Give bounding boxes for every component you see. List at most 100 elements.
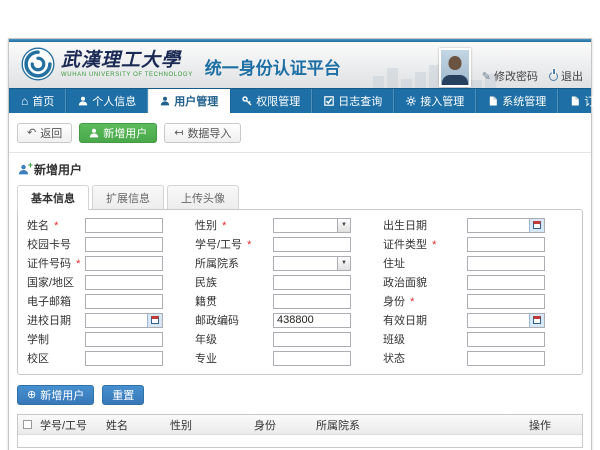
table-body-empty bbox=[18, 435, 582, 447]
chevron-down-icon[interactable]: ▼ bbox=[337, 257, 350, 270]
field-label-id-type: 证件类型 * bbox=[383, 236, 463, 252]
nav-item-home[interactable]: ⌂首页 bbox=[9, 89, 66, 113]
field-box-major bbox=[273, 351, 351, 366]
app-window: 武漢理工大學 WUHAN UNIVERSITY OF TECHNOLOGY 统一… bbox=[8, 38, 592, 450]
form-tabs: 基本信息扩展信息上传头像 bbox=[17, 185, 583, 209]
file-icon bbox=[570, 96, 580, 106]
nav-item-user-mgmt[interactable]: 用户管理 bbox=[148, 89, 230, 113]
add-user-toolbar-label: 新增用户 bbox=[103, 125, 147, 141]
field-label-name: 姓名 * bbox=[27, 217, 81, 233]
field-input-department[interactable] bbox=[274, 257, 337, 270]
field-input-grade[interactable] bbox=[274, 333, 350, 346]
select-all-checkbox[interactable] bbox=[23, 420, 32, 429]
field-input-identity[interactable] bbox=[468, 295, 544, 308]
home-icon: ⌂ bbox=[21, 95, 28, 107]
tab-upload-avatar[interactable]: 上传头像 bbox=[167, 185, 239, 209]
form-actions: ⊕ 新增用户 重置 bbox=[17, 385, 583, 405]
field-input-id-number[interactable] bbox=[86, 257, 162, 270]
data-import-button[interactable]: ↤ 数据导入 bbox=[164, 123, 241, 143]
power-icon bbox=[549, 72, 558, 81]
logout-button[interactable]: 退出 bbox=[549, 68, 583, 84]
circle-plus-icon: ⊕ bbox=[27, 390, 36, 401]
nav-item-label: 订阅管理 bbox=[584, 93, 600, 109]
add-user-submit-button[interactable]: ⊕ 新增用户 bbox=[17, 385, 94, 405]
logout-label: 退出 bbox=[561, 68, 583, 84]
field-input-political[interactable] bbox=[468, 276, 544, 289]
field-input-valid-date[interactable] bbox=[468, 314, 529, 327]
field-label-department: 所属院系 bbox=[195, 255, 269, 271]
field-box-gender: ▼ bbox=[273, 218, 351, 233]
field-input-name[interactable] bbox=[86, 219, 162, 232]
calendar-icon[interactable] bbox=[147, 314, 162, 327]
field-input-ethnicity[interactable] bbox=[274, 276, 350, 289]
university-name-en: WUHAN UNIVERSITY OF TECHNOLOGY bbox=[61, 72, 193, 78]
table-header-row: 学号/工号姓名性别身份所属院系操作 bbox=[18, 415, 582, 435]
university-name: 武漢理工大學 WUHAN UNIVERSITY OF TECHNOLOGY bbox=[61, 51, 193, 78]
nav-item-label: 权限管理 bbox=[256, 93, 300, 109]
table-header-cell: 所属院系 bbox=[316, 417, 529, 433]
user-block: ✎ 修改密码 退出 bbox=[439, 45, 583, 87]
field-box-department: ▼ bbox=[273, 256, 351, 271]
required-asterisk: * bbox=[54, 220, 58, 232]
nav-item-label: 用户管理 bbox=[174, 93, 218, 109]
calendar-icon[interactable] bbox=[529, 219, 544, 232]
field-input-campus-card[interactable] bbox=[86, 238, 162, 251]
reset-button[interactable]: 重置 bbox=[102, 385, 144, 405]
add-user-toolbar-button[interactable]: 新增用户 bbox=[79, 123, 157, 143]
tab-ext-info[interactable]: 扩展信息 bbox=[92, 185, 164, 209]
table-header-cell: 操作 bbox=[529, 417, 577, 433]
field-input-status[interactable] bbox=[468, 352, 544, 365]
field-input-postal-code[interactable] bbox=[274, 314, 350, 327]
field-input-gender[interactable] bbox=[274, 219, 337, 232]
nav-item-access-mgmt[interactable]: 接入管理 bbox=[394, 89, 476, 113]
nav-item-label: 日志查询 bbox=[338, 93, 382, 109]
table-header-cell: 身份 bbox=[254, 417, 316, 433]
nav-item-sub-mgmt[interactable]: 订阅管理 bbox=[558, 89, 600, 113]
nav-item-label: 个人信息 bbox=[92, 93, 136, 109]
table-header-cell: 性别 bbox=[170, 417, 254, 433]
field-label-id-number: 证件号码 * bbox=[27, 255, 81, 271]
university-logo-icon bbox=[21, 47, 55, 81]
tab-basic-info[interactable]: 基本信息 bbox=[17, 185, 89, 210]
field-box-ethnicity bbox=[273, 275, 351, 290]
field-box-status bbox=[467, 351, 545, 366]
field-label-valid-date: 有效日期 bbox=[383, 312, 463, 328]
field-input-country[interactable] bbox=[86, 276, 162, 289]
field-box-student-id bbox=[273, 237, 351, 252]
back-arrow-icon: ↶ bbox=[27, 128, 36, 139]
calendar-icon[interactable] bbox=[529, 314, 544, 327]
field-input-email[interactable] bbox=[86, 295, 162, 308]
field-input-address[interactable] bbox=[468, 257, 544, 270]
log-icon bbox=[324, 96, 334, 106]
field-box-campus bbox=[85, 351, 163, 366]
field-box-email bbox=[85, 294, 163, 309]
field-label-major: 专业 bbox=[195, 350, 269, 366]
field-input-entry-date[interactable] bbox=[86, 314, 147, 327]
add-user-submit-label: 新增用户 bbox=[40, 387, 84, 403]
nav-item-sys-mgmt[interactable]: 系统管理 bbox=[476, 89, 558, 113]
field-label-political: 政治面貌 bbox=[383, 274, 463, 290]
field-input-native-place[interactable] bbox=[274, 295, 350, 308]
field-box-id-number bbox=[85, 256, 163, 271]
pencil-icon: ✎ bbox=[482, 70, 491, 83]
field-input-id-type[interactable] bbox=[468, 238, 544, 251]
field-box-class bbox=[467, 332, 545, 347]
nav-item-log-query[interactable]: 日志查询 bbox=[312, 89, 394, 113]
field-input-campus[interactable] bbox=[86, 352, 162, 365]
field-input-birth-date[interactable] bbox=[468, 219, 529, 232]
field-label-school-system: 学制 bbox=[27, 331, 81, 347]
field-input-student-id[interactable] bbox=[274, 238, 350, 251]
field-label-status: 状态 bbox=[383, 350, 463, 366]
back-button[interactable]: ↶ 返回 bbox=[17, 123, 72, 143]
data-import-label: 数据导入 bbox=[187, 125, 231, 141]
nav-item-perm-mgmt[interactable]: 权限管理 bbox=[230, 89, 312, 113]
field-input-class[interactable] bbox=[468, 333, 544, 346]
field-box-address bbox=[467, 256, 545, 271]
change-password-button[interactable]: ✎ 修改密码 bbox=[482, 68, 538, 84]
person-icon bbox=[160, 96, 170, 106]
field-input-major[interactable] bbox=[274, 352, 350, 365]
chevron-down-icon[interactable]: ▼ bbox=[337, 219, 350, 232]
field-input-school-system[interactable] bbox=[86, 333, 162, 346]
field-label-grade: 年级 bbox=[195, 331, 269, 347]
nav-item-profile[interactable]: 个人信息 bbox=[66, 89, 148, 113]
